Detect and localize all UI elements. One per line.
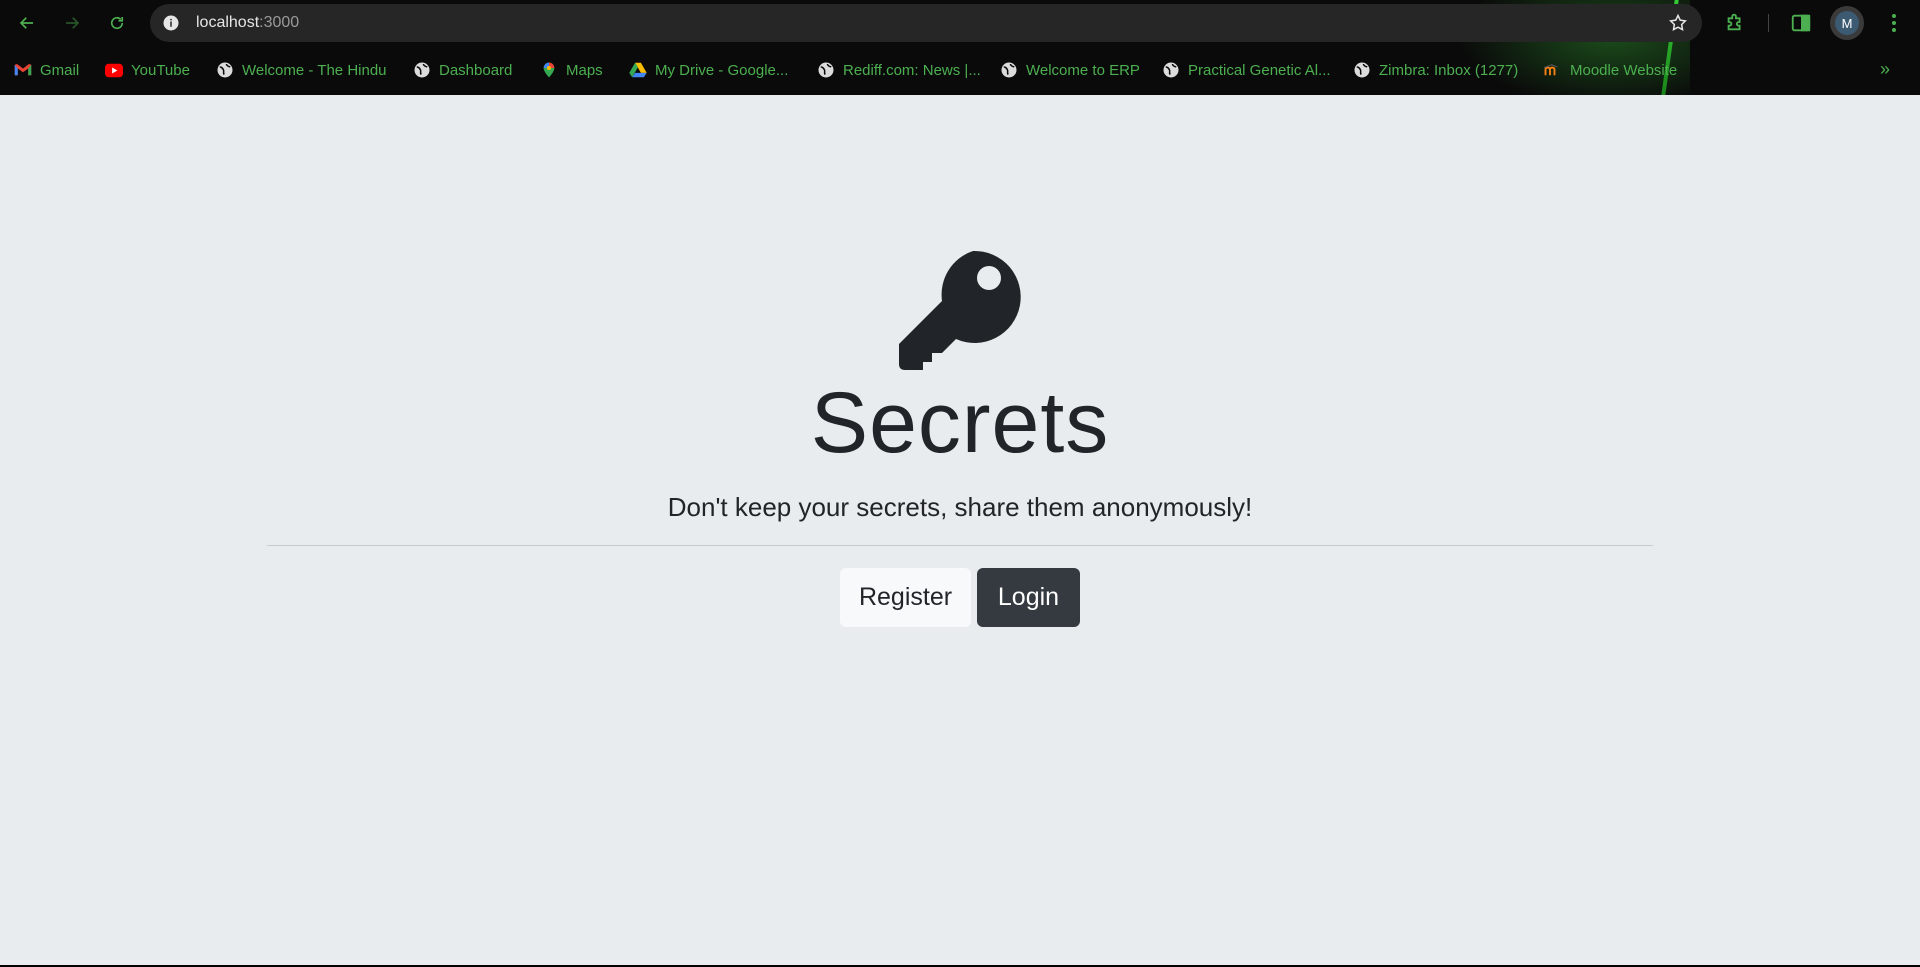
maps-icon <box>540 61 558 79</box>
register-button[interactable]: Register <box>840 568 971 627</box>
globe-icon <box>817 61 835 79</box>
toolbar-divider <box>1768 14 1769 32</box>
bookmark-label: Practical Genetic Al... <box>1188 61 1331 79</box>
browser-toolbar: localhost:3000 M <box>0 0 1920 46</box>
bookmark-label: Gmail <box>40 61 80 79</box>
bookmark-label: Dashboard <box>439 61 513 79</box>
more-bookmarks-icon[interactable]: » <box>1880 59 1890 80</box>
moodle-icon <box>1544 61 1562 79</box>
bookmark-label: Welcome - The Hindu <box>242 61 387 79</box>
gmail-icon <box>14 61 32 79</box>
bookmark-maps[interactable]: Maps <box>540 58 603 82</box>
kebab-menu-icon[interactable] <box>1884 12 1904 34</box>
site-info-icon[interactable] <box>162 14 180 32</box>
bookmark-label: Rediff.com: News |... <box>843 61 981 79</box>
bookmark-erp[interactable]: Welcome to ERP <box>1000 58 1140 82</box>
bookmark-label: Zimbra: Inbox (1277) <box>1379 61 1519 79</box>
youtube-icon <box>105 61 123 79</box>
browser-chrome: localhost:3000 M Gmail YouTube Welcome -… <box>0 0 1920 95</box>
bookmark-label: Moodle Website <box>1570 61 1678 79</box>
profile-avatar[interactable]: M <box>1830 6 1864 40</box>
bookmark-youtube[interactable]: YouTube <box>105 58 190 82</box>
bookmark-gmail[interactable]: Gmail <box>14 58 79 82</box>
bookmark-the-hindu[interactable]: Welcome - The Hindu <box>216 58 387 82</box>
address-text[interactable]: localhost:3000 <box>196 14 299 32</box>
globe-icon <box>1353 61 1371 79</box>
divider <box>267 545 1653 546</box>
bookmark-moodle[interactable]: Moodle Website <box>1544 58 1677 82</box>
page-lead: Don't keep your secrets, share them anon… <box>667 492 1253 522</box>
login-button[interactable]: Login <box>977 568 1080 627</box>
extensions-icon[interactable] <box>1724 11 1746 33</box>
bookmark-label: Welcome to ERP <box>1026 61 1140 79</box>
bookmark-dashboard[interactable]: Dashboard <box>413 58 512 82</box>
key-icon <box>899 249 1021 371</box>
globe-icon <box>1162 61 1180 79</box>
side-panel-icon[interactable] <box>1790 12 1812 34</box>
bookmark-star-icon[interactable] <box>1668 13 1688 33</box>
bookmark-rediff[interactable]: Rediff.com: News |... <box>817 58 981 82</box>
bookmark-zimbra[interactable]: Zimbra: Inbox (1277) <box>1353 58 1518 82</box>
drive-icon <box>629 61 647 79</box>
profile-initial: M <box>1835 11 1859 35</box>
globe-icon <box>216 61 234 79</box>
url-host: localhost <box>196 14 260 31</box>
reload-icon[interactable] <box>104 10 130 36</box>
bookmarks-bar: Gmail YouTube Welcome - The Hindu Dashbo… <box>0 55 1920 85</box>
address-bar[interactable]: localhost:3000 <box>150 4 1702 42</box>
url-port: :3000 <box>259 14 300 31</box>
forward-icon[interactable] <box>59 10 85 36</box>
globe-icon <box>413 61 431 79</box>
globe-icon <box>1000 61 1018 79</box>
page-title: Secrets <box>810 375 1110 471</box>
bookmark-label: YouTube <box>131 61 190 79</box>
bookmark-genetic[interactable]: Practical Genetic Al... <box>1162 58 1331 82</box>
back-icon[interactable] <box>14 10 40 36</box>
bookmark-label: Maps <box>566 61 603 79</box>
bookmark-label: My Drive - Google... <box>655 61 789 79</box>
bookmark-my-drive[interactable]: My Drive - Google... <box>629 58 788 82</box>
page-content <box>0 95 1920 965</box>
